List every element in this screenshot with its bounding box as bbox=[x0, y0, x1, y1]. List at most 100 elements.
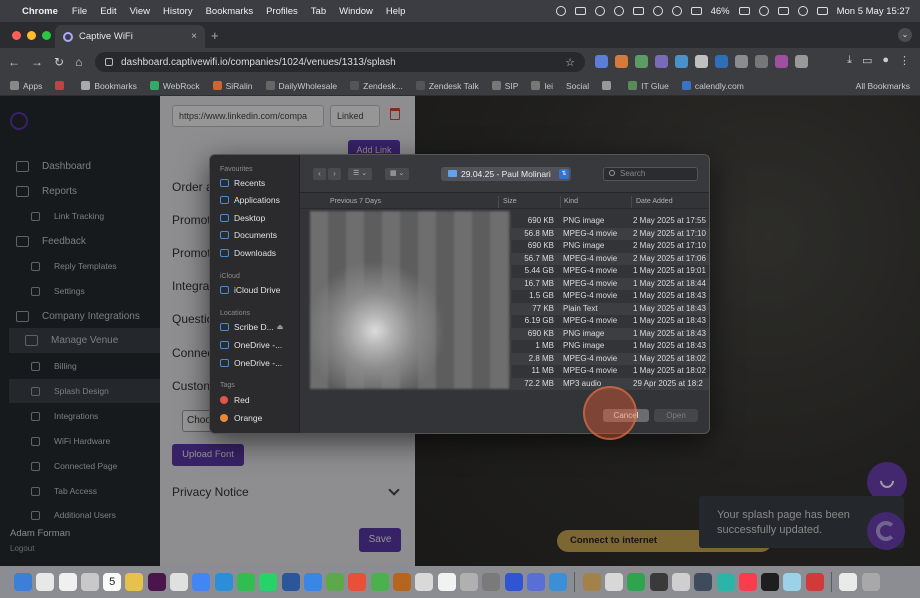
tag-red[interactable]: Red bbox=[220, 395, 298, 405]
open-button[interactable]: Open bbox=[654, 409, 698, 422]
file-row[interactable]: 56.8 MB MPEG-4 movie 2 May 2025 at 17:10 bbox=[510, 227, 709, 240]
sidebar-desktop[interactable]: Desktop bbox=[220, 213, 298, 223]
control-center-icon[interactable] bbox=[777, 7, 789, 15]
reminders-icon[interactable] bbox=[80, 573, 99, 591]
file-row[interactable]: 6.19 GB MPEG-4 movie 1 May 2025 at 18:43 bbox=[510, 315, 709, 328]
bookmark-item[interactable]: Social bbox=[566, 81, 589, 91]
terminal-icon[interactable] bbox=[761, 573, 780, 591]
launchpad-icon[interactable] bbox=[58, 573, 77, 591]
clipboard-icon[interactable] bbox=[632, 7, 644, 15]
extension-icon[interactable] bbox=[735, 55, 748, 68]
browser-tab[interactable]: Captive WiFi × bbox=[55, 25, 205, 48]
file-row[interactable]: 1 MB PNG image 1 May 2025 at 18:43 bbox=[510, 340, 709, 353]
siri-icon[interactable] bbox=[816, 7, 828, 15]
skype-icon[interactable] bbox=[613, 6, 624, 16]
side-panel-icon[interactable]: ▭ bbox=[862, 54, 872, 67]
menu-history[interactable]: History bbox=[163, 6, 193, 17]
eject-icon[interactable]: ⏏ bbox=[277, 323, 284, 331]
notes-icon[interactable] bbox=[125, 573, 144, 591]
sidebar-applications[interactable]: Applications bbox=[220, 195, 298, 205]
minimize-window-icon[interactable] bbox=[27, 31, 36, 40]
bookmark-item[interactable]: SiRalin bbox=[212, 81, 253, 91]
new-tab-icon[interactable]: + bbox=[211, 28, 219, 43]
bookmark-item[interactable]: Apps bbox=[10, 81, 42, 91]
chrome-menu-icon[interactable]: ⋮ bbox=[899, 54, 910, 67]
app-icon[interactable] bbox=[694, 573, 713, 591]
photos-icon[interactable] bbox=[170, 573, 189, 591]
file-row[interactable]: 2.8 MB MPEG-4 movie 1 May 2025 at 18:02 bbox=[510, 352, 709, 365]
trash-icon[interactable] bbox=[861, 573, 880, 591]
bluetooth-icon[interactable] bbox=[690, 7, 702, 15]
app-icon[interactable] bbox=[605, 573, 624, 591]
extension-icon[interactable] bbox=[655, 55, 668, 68]
file-row[interactable]: 5.44 GB MPEG-4 movie 1 May 2025 at 19:01 bbox=[510, 265, 709, 278]
extension-icon[interactable] bbox=[755, 55, 768, 68]
app-icon[interactable] bbox=[783, 573, 802, 591]
calendar-date-icon[interactable]: 5 bbox=[103, 573, 122, 591]
menu-window[interactable]: Window bbox=[339, 6, 373, 17]
sidebar-onedrive-1[interactable]: OneDrive -... bbox=[220, 340, 298, 350]
clock-icon[interactable] bbox=[671, 6, 682, 16]
extension-icon[interactable] bbox=[635, 55, 648, 68]
extension-icon[interactable] bbox=[595, 55, 608, 68]
menu-bookmarks[interactable]: Bookmarks bbox=[206, 6, 254, 17]
numbers-icon[interactable] bbox=[627, 573, 646, 591]
maps-icon[interactable] bbox=[326, 573, 345, 591]
site-info-icon[interactable] bbox=[105, 58, 113, 66]
grid-view-icon[interactable]: ▦ ⌄ bbox=[385, 168, 410, 180]
menu-file[interactable]: File bbox=[72, 6, 87, 17]
record-icon[interactable] bbox=[555, 6, 566, 16]
chrome-icon[interactable] bbox=[192, 573, 211, 591]
sidebar-onedrive-2[interactable]: OneDrive -... bbox=[220, 358, 298, 368]
extension-icon[interactable] bbox=[615, 55, 628, 68]
bookmark-item[interactable] bbox=[602, 81, 615, 90]
app-icon[interactable] bbox=[393, 573, 412, 591]
app-menu[interactable]: Chrome bbox=[22, 6, 58, 17]
docker-icon[interactable] bbox=[549, 573, 568, 591]
terminal-icon[interactable] bbox=[649, 573, 668, 591]
file-row[interactable]: 77 KB Plain Text 1 May 2025 at 18:43 bbox=[510, 302, 709, 315]
app-icon[interactable] bbox=[716, 573, 735, 591]
settings-icon[interactable] bbox=[482, 573, 501, 591]
profile-avatar-icon[interactable]: ● bbox=[882, 54, 889, 67]
sidebar-scribe-drive[interactable]: Scribe D... ⏏ bbox=[220, 322, 298, 332]
file-row[interactable]: 690 KB PNG image 2 May 2025 at 17:10 bbox=[510, 240, 709, 253]
music-icon[interactable] bbox=[738, 573, 757, 591]
tab-search-icon[interactable]: ⌄ bbox=[898, 28, 912, 42]
wifi-icon[interactable] bbox=[758, 6, 769, 16]
bookmark-item[interactable]: SIP bbox=[491, 81, 518, 91]
menu-help[interactable]: Help bbox=[386, 6, 406, 17]
extension-icon[interactable] bbox=[695, 55, 708, 68]
all-bookmarks[interactable]: All Bookmarks bbox=[856, 81, 910, 91]
download-icon[interactable]: ⤓ bbox=[847, 54, 852, 67]
sidebar-documents[interactable]: Documents bbox=[220, 230, 298, 240]
slack-icon[interactable] bbox=[147, 573, 166, 591]
dialog-forward-icon[interactable]: › bbox=[328, 168, 341, 180]
zoom-window-icon[interactable] bbox=[42, 31, 51, 40]
reload-icon[interactable]: ↻ bbox=[54, 55, 64, 69]
sidebar-icloud-drive[interactable]: iCloud Drive bbox=[220, 285, 298, 295]
address-bar[interactable]: dashboard.captivewifi.io/companies/1024/… bbox=[95, 52, 585, 72]
list-view-icon[interactable]: ☰ ⌄ bbox=[348, 168, 373, 180]
menubar-clock[interactable]: Mon 5 May 15:27 bbox=[837, 6, 910, 17]
extension-icon[interactable] bbox=[775, 55, 788, 68]
contacts-icon[interactable] bbox=[415, 573, 434, 591]
whatsapp-icon[interactable] bbox=[259, 573, 278, 591]
bookmark-item[interactable]: Zendesk Talk bbox=[415, 81, 479, 91]
facetime-icon[interactable] bbox=[370, 573, 389, 591]
bookmark-item[interactable] bbox=[55, 81, 68, 90]
word-icon[interactable] bbox=[281, 573, 300, 591]
preview-icon[interactable] bbox=[459, 573, 478, 591]
bookmark-item[interactable]: DailyWholesale bbox=[265, 81, 337, 91]
bookmark-item[interactable]: lei bbox=[531, 81, 553, 91]
calendar-icon[interactable] bbox=[36, 573, 55, 591]
layers-icon[interactable] bbox=[574, 7, 586, 15]
bookmark-item[interactable]: Bookmarks bbox=[81, 81, 137, 91]
forward-icon[interactable]: → bbox=[31, 55, 43, 69]
play-icon[interactable] bbox=[652, 6, 663, 16]
file-row[interactable]: 690 KB PNG image 2 May 2025 at 17:55 bbox=[510, 215, 709, 228]
dialog-back-icon[interactable]: ‹ bbox=[313, 168, 326, 180]
close-window-icon[interactable] bbox=[12, 31, 21, 40]
textedit-icon[interactable] bbox=[437, 573, 456, 591]
calculator-icon[interactable] bbox=[671, 573, 690, 591]
